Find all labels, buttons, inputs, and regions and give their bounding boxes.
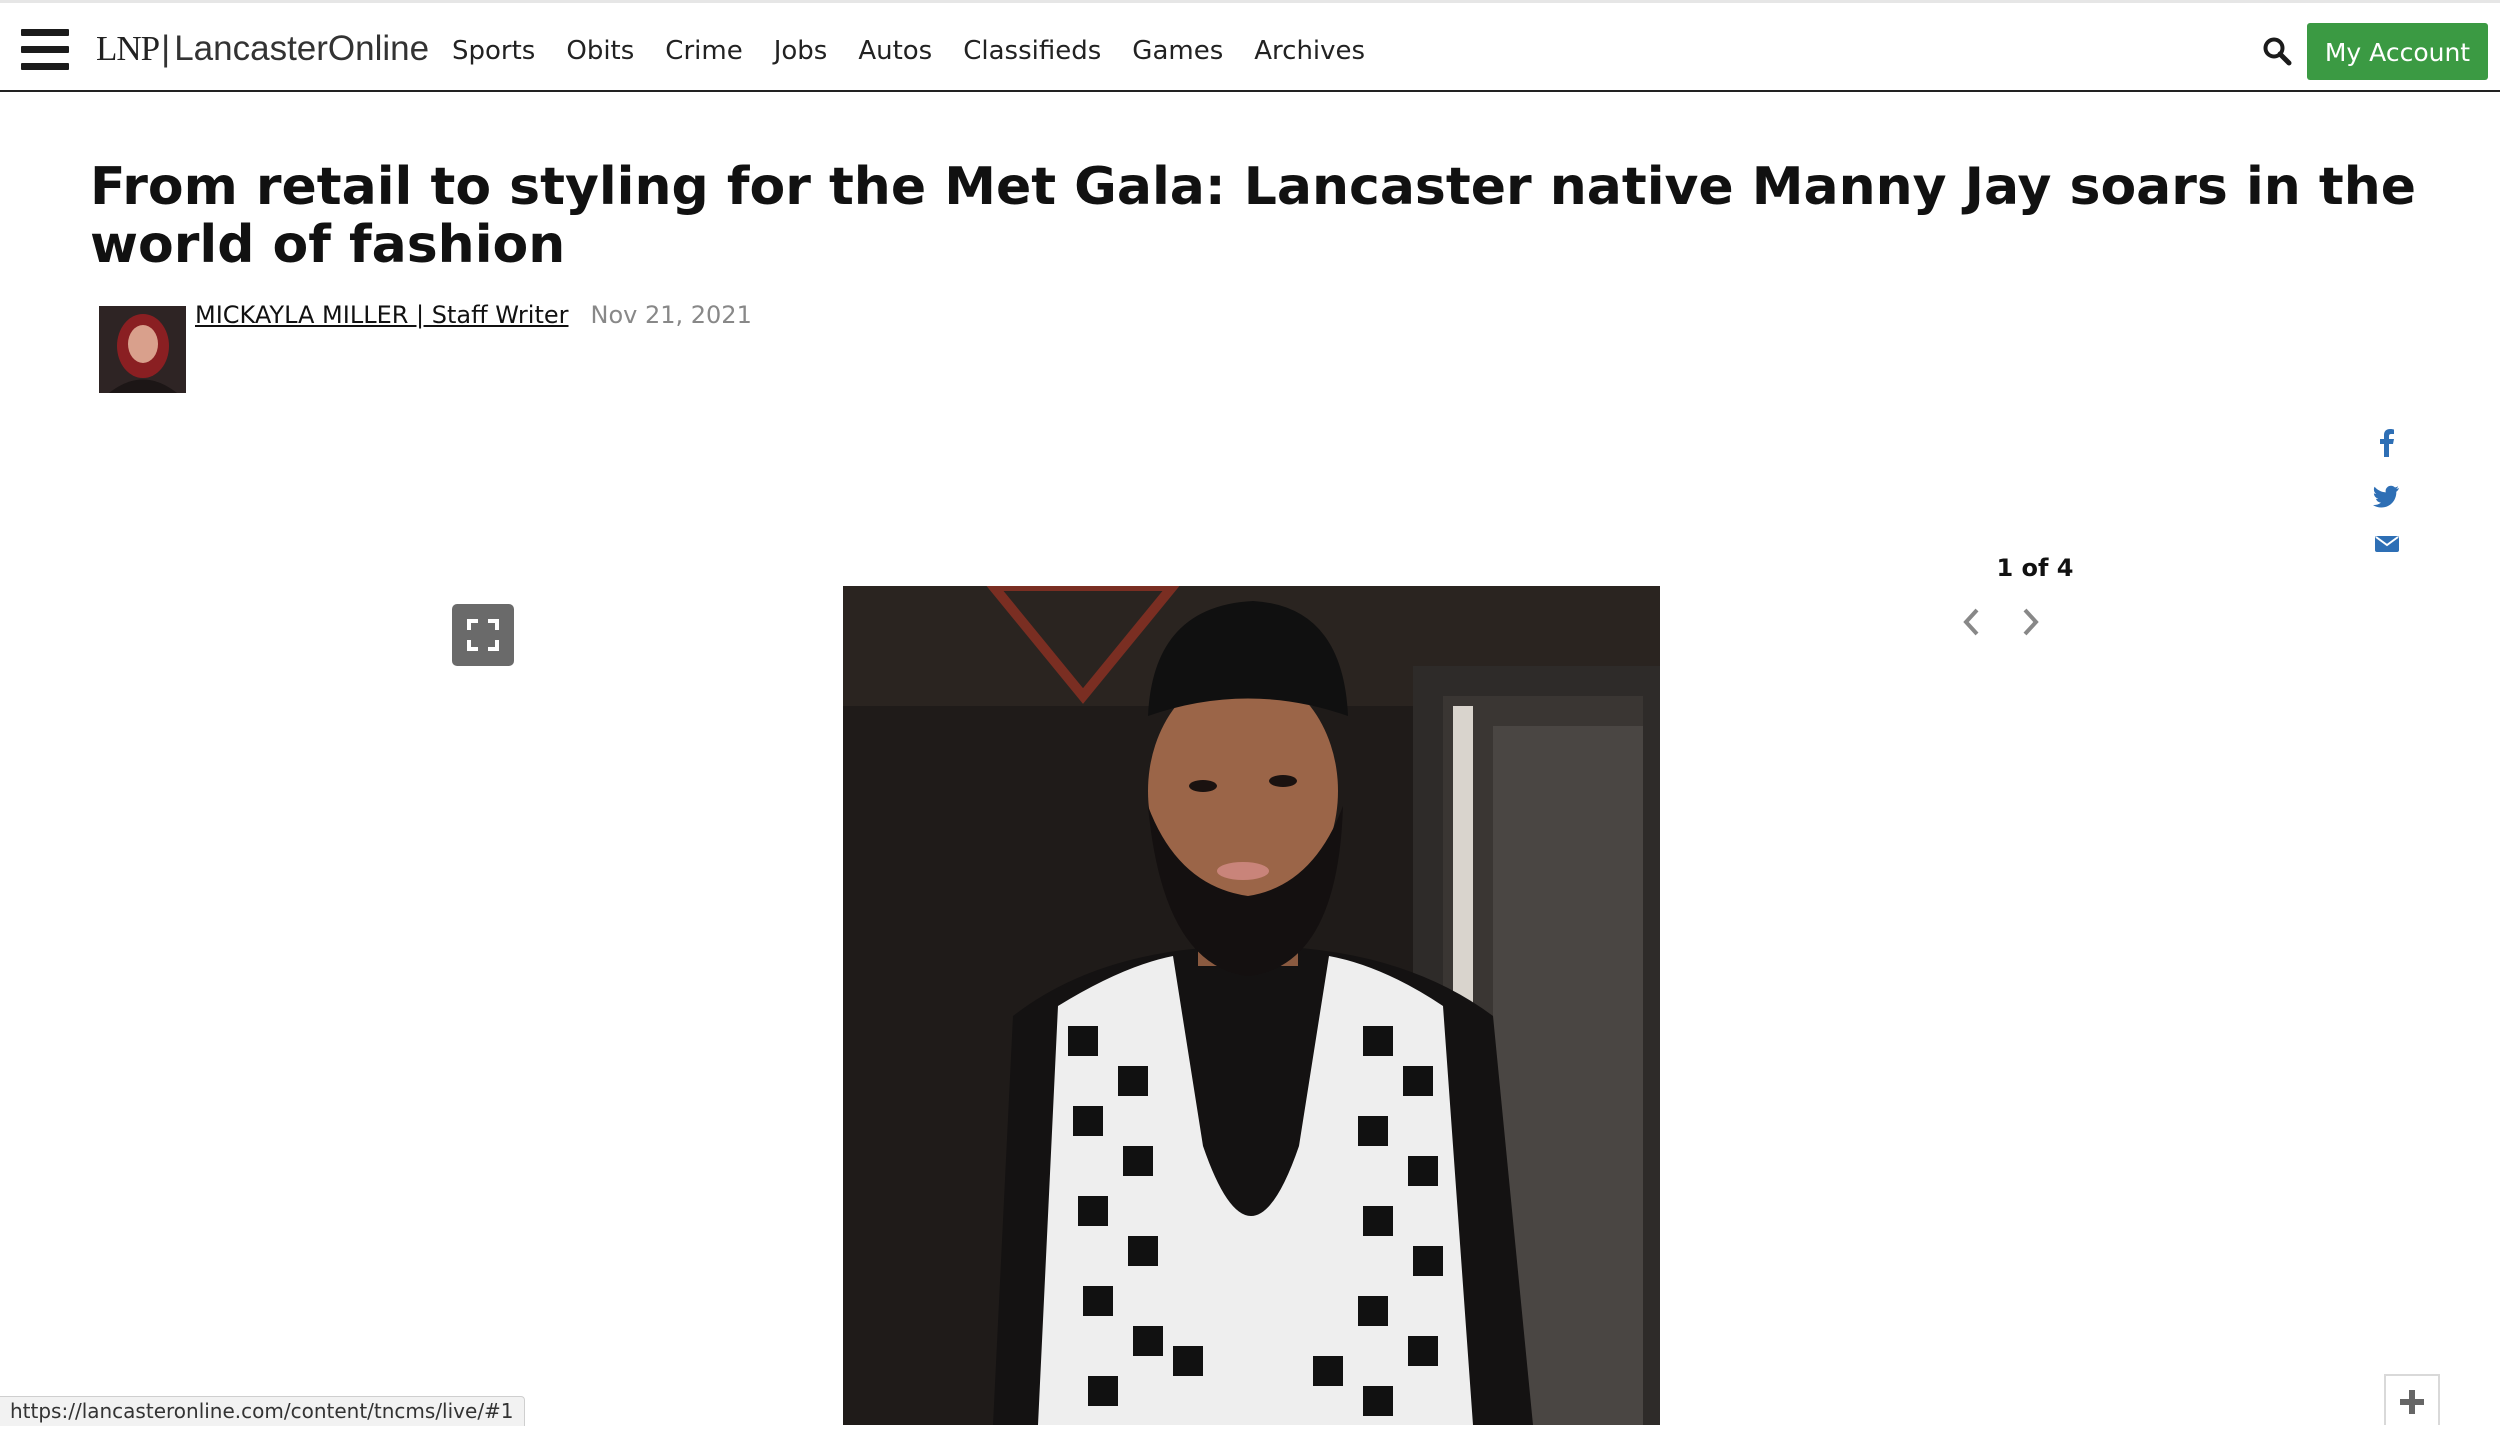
- article-headline: From retail to styling for the Met Gala:…: [90, 157, 2417, 275]
- nav-item-crime[interactable]: Crime: [665, 29, 742, 73]
- next-arrow-icon[interactable]: [2014, 604, 2046, 640]
- gallery-counter: 1 of 4: [1996, 554, 2074, 582]
- nav-item-obits[interactable]: Obits: [566, 29, 634, 73]
- site-logo[interactable]: LNP| LancasterOnline: [96, 27, 429, 71]
- nav-item-archives[interactable]: Archives: [1254, 29, 1365, 73]
- facebook-icon[interactable]: [2373, 428, 2401, 458]
- search-icon[interactable]: [2262, 36, 2292, 66]
- main-nav: Sports Obits Crime Jobs Autos Classified…: [452, 29, 1396, 73]
- author-avatar[interactable]: [99, 306, 186, 393]
- gallery-photo[interactable]: [843, 586, 1660, 1425]
- logo-name: LancasterOnline: [174, 29, 430, 68]
- previous-arrow-icon[interactable]: [1956, 604, 1988, 640]
- twitter-icon[interactable]: [2373, 480, 2401, 510]
- status-bar-url: https://lancasteronline.com/content/tncm…: [0, 1396, 525, 1426]
- plus-icon: [2386, 1390, 2438, 1429]
- expand-icon: [452, 619, 514, 670]
- logo-mark: LNP: [96, 29, 160, 68]
- plus-button[interactable]: [2384, 1374, 2440, 1425]
- top-navigation-bar: LNP| LancasterOnline Sports Obits Crime J…: [0, 0, 2500, 92]
- email-icon[interactable]: [2373, 528, 2401, 558]
- byline: MICKAYLA MILLER | Staff Writer Nov 21, 20…: [195, 297, 752, 333]
- nav-item-games[interactable]: Games: [1132, 29, 1223, 73]
- nav-item-autos[interactable]: Autos: [858, 29, 932, 73]
- my-account-button[interactable]: My Account: [2307, 23, 2488, 80]
- menu-icon[interactable]: [21, 29, 69, 71]
- author-link[interactable]: MICKAYLA MILLER | Staff Writer: [195, 301, 569, 329]
- publish-date: Nov 21, 2021: [590, 301, 752, 329]
- nav-item-sports[interactable]: Sports: [452, 29, 535, 73]
- nav-item-jobs[interactable]: Jobs: [774, 29, 828, 73]
- nav-item-classifieds[interactable]: Classifieds: [963, 29, 1101, 73]
- fullscreen-button[interactable]: [452, 604, 514, 666]
